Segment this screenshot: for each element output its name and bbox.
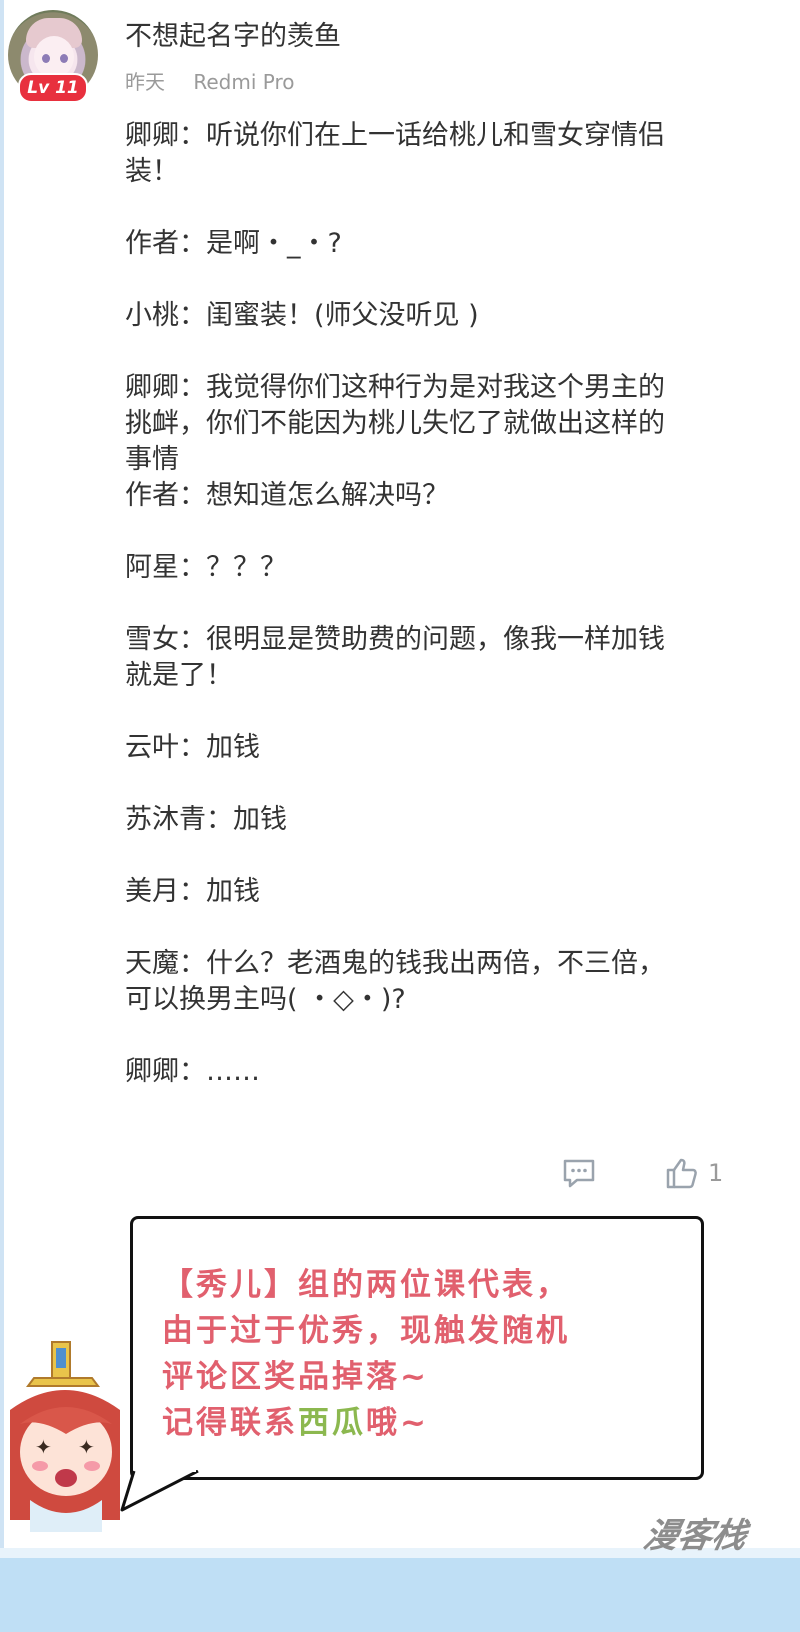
comment-line: 卿卿：听说你们在上一话给桃儿和雪女穿情侣 [125,120,665,151]
comment-body: 卿卿：听说你们在上一话给桃儿和雪女穿情侣 装！ 作者：是啊・_・? 小桃：闺蜜装… [125,118,765,1090]
announcement-text: 【秀儿】组的两位课代表， 由于过于优秀，现触发随机 评论区奖品掉落~ 记得联系西… [162,1262,702,1446]
like-count: 1 [708,1159,724,1187]
comment-line: 阿星：？？？ [125,552,287,583]
announcement-line: 记得联系西瓜哦~ [162,1400,702,1446]
comment-line: 可以换男主吗( ・◇・)? [125,984,406,1015]
announcement-line: 评论区奖品掉落~ [162,1359,429,1395]
post-device: Redmi Pro [193,70,295,94]
comment-line: 云叶：加钱 [125,732,260,763]
chibi-character-illustration: ✦ ✦ [10,1341,120,1532]
comment-line: 雪女：很明显是赞助费的问题，像我一样加钱 [125,624,665,655]
comment-line: 作者：是啊・_・? [125,228,342,259]
comment-line: 就是了！ [125,660,233,691]
avatar-eye-right [60,54,68,63]
avatar-face [34,36,74,78]
svg-text:✦: ✦ [78,1435,95,1459]
level-badge: Lv 11 [18,73,88,103]
announcement-text-part: 哦~ [366,1405,429,1441]
comment-line: 挑衅，你们不能因为桃儿失忆了就做出这样的 [125,408,665,439]
comment-line: 装！ [125,156,179,187]
comment-line: 小桃：闺蜜装！(师父没听见 ) [125,300,479,331]
comment-line: 卿卿：…… [125,1056,260,1087]
bottom-banner [0,1548,800,1632]
avatar-eye-left [42,54,50,63]
svg-text:✦: ✦ [35,1435,52,1459]
comment-bubble-icon[interactable] [562,1156,596,1190]
comment-line: 事情 [125,444,179,475]
announcement-text-part: 记得联系 [162,1405,298,1441]
comment-line: 卿卿：我觉得你们这种行为是对我这个男主的 [125,372,665,403]
speech-bubble-tail [120,1470,199,1512]
announcement-line: 【秀儿】组的两位课代表， [162,1267,570,1303]
thumbs-up-icon[interactable] [665,1156,699,1190]
comment-line: 天魔：什么？老酒鬼的钱我出两倍，不三倍， [125,948,665,979]
comment-line: 苏沐青：加钱 [125,804,287,835]
post-time: 昨天 [125,70,165,94]
comment-line: 作者：想知道怎么解决吗？ [125,480,449,511]
announcement-line: 由于过于优秀，现触发随机 [162,1313,570,1349]
username[interactable]: 不想起名字的羡鱼 [125,14,341,53]
announcement-highlight: 西瓜 [298,1405,366,1441]
site-watermark: 漫客栈 [640,1516,751,1556]
comment-line: 美月：加钱 [125,876,260,907]
post-meta: 昨天 Redmi Pro [125,66,294,95]
